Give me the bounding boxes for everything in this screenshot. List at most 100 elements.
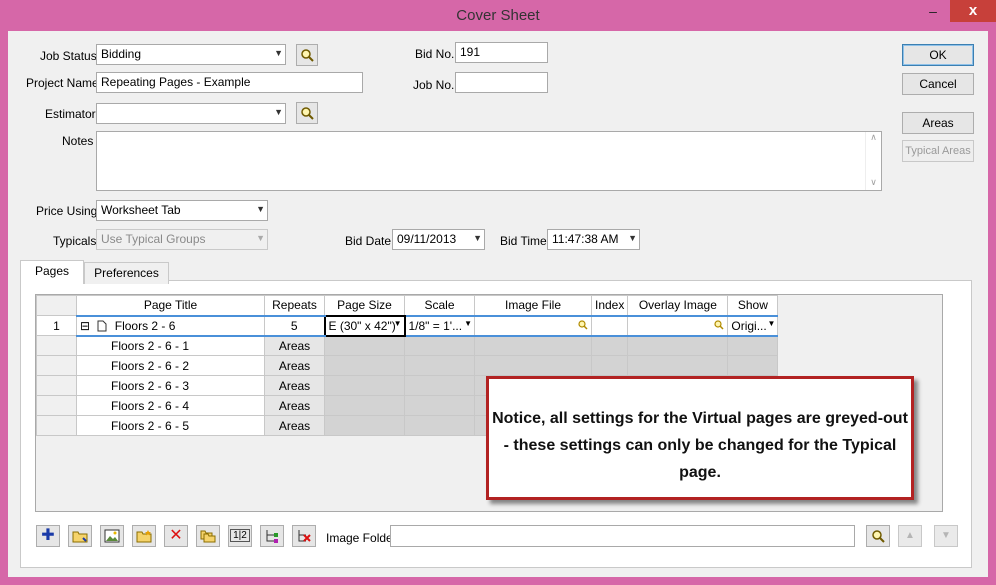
grid-header-row: Page Title Repeats Page Size Scale Image…: [36, 295, 779, 316]
price-using-value: Worksheet Tab: [101, 203, 181, 217]
job-status-select[interactable]: Bidding ▼: [96, 44, 286, 65]
cancel-button[interactable]: Cancel: [902, 73, 974, 95]
col-header[interactable]: Repeats: [264, 295, 325, 316]
job-status-search-button[interactable]: [296, 44, 318, 66]
add-image-button[interactable]: [100, 525, 124, 547]
col-header[interactable]: Index: [590, 295, 629, 316]
link-tree-button[interactable]: [260, 525, 284, 547]
tab-pages[interactable]: Pages: [20, 260, 84, 284]
row-number[interactable]: 1: [36, 315, 77, 336]
folder-star-icon: [136, 530, 152, 543]
collapse-icon[interactable]: ⊟: [80, 319, 90, 333]
bid-time-value: 11:47:38 AM: [552, 232, 619, 246]
row-areas-button[interactable]: Areas: [264, 355, 325, 376]
minimize-button[interactable]: –: [920, 0, 946, 22]
col-header[interactable]: Show: [727, 295, 779, 316]
unlink-tree-button[interactable]: [292, 525, 316, 547]
chevron-down-icon: ▼: [628, 233, 637, 243]
row-header[interactable]: [36, 335, 77, 356]
col-header[interactable]: Scale: [404, 295, 475, 316]
magnifier-icon: [578, 319, 588, 330]
job-status-label: Job Status: [40, 49, 97, 63]
row-areas-button[interactable]: Areas: [264, 375, 325, 396]
page-title-cell[interactable]: Floors 2 - 6 - 4: [76, 395, 265, 416]
plus-icon: ✚: [41, 527, 55, 544]
ok-button[interactable]: OK: [902, 44, 974, 66]
typical-areas-button[interactable]: Typical Areas: [902, 140, 974, 162]
chevron-down-icon: ▼: [274, 107, 283, 117]
row-header[interactable]: [36, 415, 77, 436]
row-areas-button[interactable]: Areas: [264, 395, 325, 416]
page-title-cell[interactable]: Floors 2 - 6 - 3: [76, 375, 265, 396]
page-size-value: E (30" x 42"): [328, 318, 396, 333]
index-cell: [590, 355, 629, 376]
show-value: Origi...: [731, 318, 767, 333]
price-using-select[interactable]: Worksheet Tab ▼: [96, 200, 268, 221]
project-name-input[interactable]: Repeating Pages - Example: [96, 72, 363, 93]
image-folder-input[interactable]: [390, 525, 855, 547]
magnifier-icon: [872, 530, 885, 543]
notes-textarea[interactable]: ∧ ∨: [96, 131, 882, 191]
bid-time-picker[interactable]: 11:47:38 AM ▼: [547, 229, 640, 250]
image-folder-browse-button[interactable]: [866, 525, 890, 547]
page-title-cell[interactable]: Floors 2 - 6 - 2: [76, 355, 265, 376]
magnifier-icon: [301, 107, 314, 120]
row-areas-button[interactable]: Areas: [264, 415, 325, 436]
page-size-cell: [324, 395, 405, 416]
tab-preferences[interactable]: Preferences: [84, 262, 169, 284]
row-header[interactable]: [36, 375, 77, 396]
typicals-select[interactable]: Use Typical Groups ▼: [96, 229, 268, 250]
row-header[interactable]: [36, 355, 77, 376]
index-cell[interactable]: [590, 314, 629, 337]
chevron-down-icon: ▼: [393, 318, 402, 328]
page-size-cell[interactable]: E (30" x 42") ▼: [323, 314, 406, 337]
new-folder-button[interactable]: [132, 525, 156, 547]
show-cell[interactable]: Origi... ▼: [727, 314, 779, 337]
page-title-cell[interactable]: Floors 2 - 6 - 1: [76, 335, 265, 356]
estimator-label: Estimator: [45, 107, 96, 121]
virtual-page-row[interactable]: Floors 2 - 6 - 1 Areas: [36, 335, 779, 356]
scale-cell: [404, 355, 475, 376]
add-page-button[interactable]: ✚: [36, 525, 60, 547]
show-cell: [727, 335, 779, 356]
bid-date-picker[interactable]: 09/11/2013 ▼: [392, 229, 485, 250]
estimator-select[interactable]: ▼: [96, 103, 286, 124]
annotation-callout: Notice, all settings for the Virtual pag…: [486, 376, 914, 500]
col-header[interactable]: Page Size: [324, 295, 405, 316]
job-status-value: Bidding: [101, 47, 142, 61]
scale-cell[interactable]: 1/8" = 1'... ▼: [404, 314, 475, 337]
image-file-cell: [474, 335, 592, 356]
overlay-image-cell[interactable]: [627, 314, 729, 337]
page-title-cell[interactable]: ⊟ Floors 2 - 6: [76, 314, 265, 337]
bid-no-input[interactable]: 191: [455, 42, 548, 63]
col-header[interactable]: Page Title: [76, 295, 265, 316]
close-button[interactable]: x: [950, 0, 996, 22]
row-header[interactable]: [36, 395, 77, 416]
image-file-cell[interactable]: [474, 314, 592, 337]
triangle-up-icon: ▲: [905, 530, 915, 541]
move-down-button[interactable]: ▼: [934, 525, 958, 547]
row-areas-button[interactable]: Areas: [264, 335, 325, 356]
areas-button[interactable]: Areas: [902, 112, 974, 134]
job-no-label: Job No.: [413, 78, 455, 92]
copy-folder-button[interactable]: [196, 525, 220, 547]
delete-page-button[interactable]: ✕: [164, 525, 188, 547]
chevron-down-icon: ▼: [274, 48, 283, 58]
typical-page-row[interactable]: 1 ⊟ Floors 2 - 6 5 E (30" x 42") ▼ 1/8" …: [36, 314, 779, 337]
col-header[interactable]: Image File: [474, 295, 592, 316]
image-file-cell: [474, 355, 592, 376]
job-no-input[interactable]: [455, 72, 548, 93]
scale-cell: [404, 335, 475, 356]
typicals-label: Typicals: [53, 234, 97, 248]
add-folder-page-button[interactable]: [68, 525, 92, 547]
col-header[interactable]: Overlay Image: [627, 295, 729, 316]
renumber-button[interactable]: 1|2: [228, 525, 252, 547]
virtual-page-row[interactable]: Floors 2 - 6 - 2 Areas: [36, 355, 779, 376]
repeats-cell[interactable]: 5: [264, 314, 325, 337]
page-title-cell[interactable]: Floors 2 - 6 - 5: [76, 415, 265, 436]
move-up-button[interactable]: ▲: [898, 525, 922, 547]
estimator-search-button[interactable]: [296, 102, 318, 124]
project-name-label: Project Name: [26, 76, 99, 90]
tree-branch-icon: [266, 530, 278, 543]
notes-scrollbar[interactable]: ∧ ∨: [865, 132, 881, 190]
